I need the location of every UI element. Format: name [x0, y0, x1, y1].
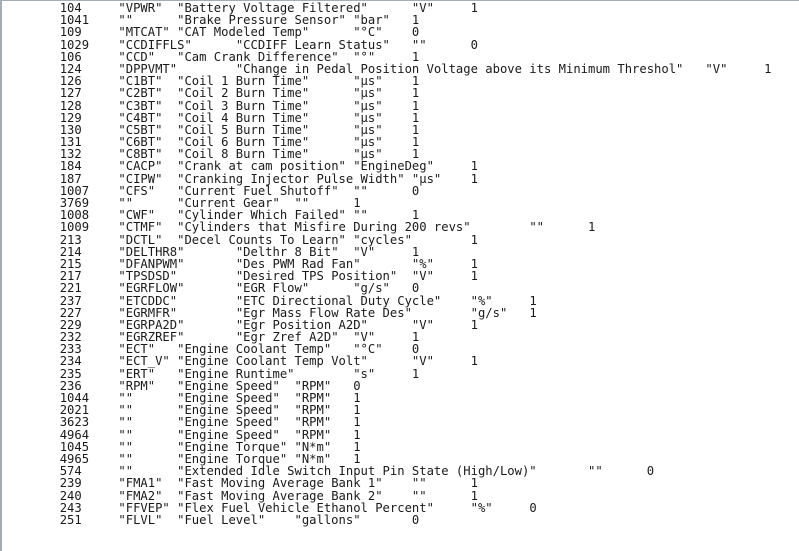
text-line: 240 "FMA2" "Fast Moving Average Bank 2" …: [1, 488, 478, 503]
text-line: 237 "ETCDDC" "ETC Directional Duty Cycle…: [1, 293, 537, 308]
text-line: 127 "C2BT" "Coil 2 Burn Time" "µs" 1: [1, 86, 420, 101]
text-line: 234 "ECT_V" "Engine Coolant Temp Volt" "…: [1, 354, 478, 369]
text-line: 128 "C3BT" "Coil 3 Burn Time" "µs" 1: [1, 98, 420, 113]
text-line: 251 "FLVL" "Fuel Level" "gallons" 0: [1, 512, 420, 527]
text-line: 235 "ERT" "Engine Runtime" "s" 1: [1, 366, 420, 381]
text-line: 3623 "" "Engine Speed" "RPM" 1: [1, 415, 361, 430]
text-line: 109 "MTCAT" "CAT Modeled Temp" "°C" 0: [1, 25, 420, 40]
text-line: 213 "DCTL" "Decel Counts To Learn" "cycl…: [1, 232, 478, 247]
text-line: 221 "EGRFLOW" "EGR Flow" "g/s" 0: [1, 281, 420, 296]
text-line: 1029 "CCDIFFLS" "CCDIFF Learn Status" ""…: [1, 37, 478, 52]
window-top-border: [0, 0, 799, 1]
text-editor-content[interactable]: 104 "VPWR" "Battery Voltage Filtered" "V…: [1, 2, 799, 551]
text-line: 239 "FMA1" "Fast Moving Average Bank 1" …: [1, 476, 478, 491]
text-line: 184 "CACP" "Crank at cam position" "Engi…: [1, 159, 478, 174]
text-line: 4964 "" "Engine Speed" "RPM" 1: [1, 427, 361, 442]
text-line: 187 "CIPW" "Cranking Injector Pulse Widt…: [1, 171, 478, 186]
text-line: 1009 "CTMF" "Cylinders that Misfire Duri…: [1, 220, 596, 235]
